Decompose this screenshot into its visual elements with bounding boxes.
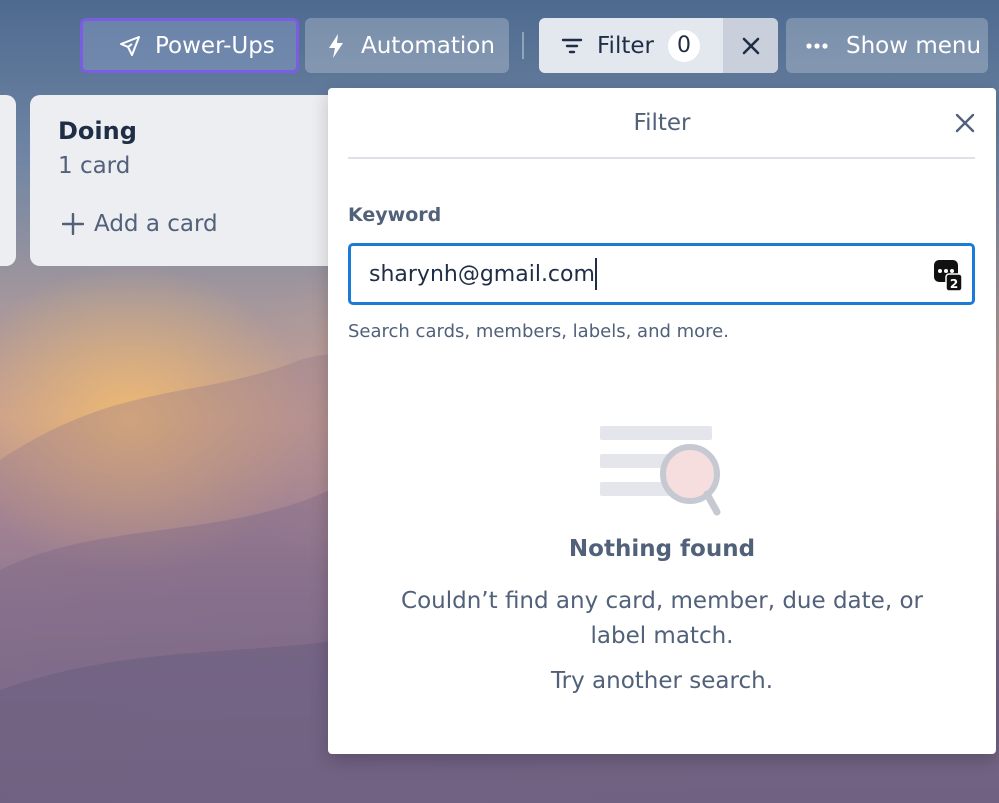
keyword-help-text: Search cards, members, labels, and more. — [348, 321, 729, 342]
search-empty-illustration — [600, 426, 725, 518]
list-doing: Doing 1 card Add a card — [30, 95, 350, 266]
filter-icon — [561, 37, 583, 55]
empty-state-hint: Try another search. — [550, 668, 773, 694]
empty-state-title: Nothing found — [568, 536, 756, 562]
board-header: Power-Ups Automation Filter 0 Show menu — [0, 0, 999, 95]
automation-label: Automation — [361, 32, 495, 59]
filter-button[interactable]: Filter 0 — [539, 18, 723, 73]
lightning-icon — [321, 31, 351, 61]
popover-title: Filter — [633, 110, 691, 136]
list-title[interactable]: Doing — [58, 117, 137, 145]
automation-button[interactable]: Automation — [305, 18, 509, 73]
rocket-icon — [115, 31, 145, 61]
clear-filter-button[interactable] — [723, 18, 778, 73]
show-menu-button[interactable]: Show menu — [786, 18, 988, 73]
plus-icon — [62, 213, 84, 235]
popover-close-button[interactable] — [950, 108, 980, 138]
close-icon — [955, 113, 975, 133]
keyword-label: Keyword — [348, 204, 442, 226]
show-menu-label: Show menu — [846, 32, 982, 59]
filter-label: Filter — [597, 32, 654, 59]
keyword-input[interactable] — [348, 243, 975, 305]
filter-button-group: Filter 0 — [539, 18, 778, 73]
close-icon — [742, 37, 760, 55]
svg-text:2: 2 — [950, 277, 958, 291]
filter-count-badge: 0 — [667, 29, 700, 62]
add-card-label: Add a card — [94, 211, 218, 237]
add-card-button[interactable]: Add a card — [62, 211, 218, 237]
text-caret — [595, 258, 597, 290]
password-manager-icon[interactable]: 2 — [933, 258, 963, 292]
popover-divider — [348, 157, 975, 159]
more-dots-icon — [802, 31, 832, 61]
toolbar-divider — [522, 32, 524, 59]
list-card-count: 1 card — [58, 153, 131, 179]
powerups-button[interactable]: Power-Ups — [80, 18, 299, 73]
powerups-label: Power-Ups — [155, 32, 275, 59]
previous-list-edge — [0, 95, 16, 266]
filter-popover: Filter Keyword 2 Search cards, members, … — [328, 88, 996, 754]
empty-state-description: Couldn’t find any card, member, due date… — [401, 588, 923, 649]
